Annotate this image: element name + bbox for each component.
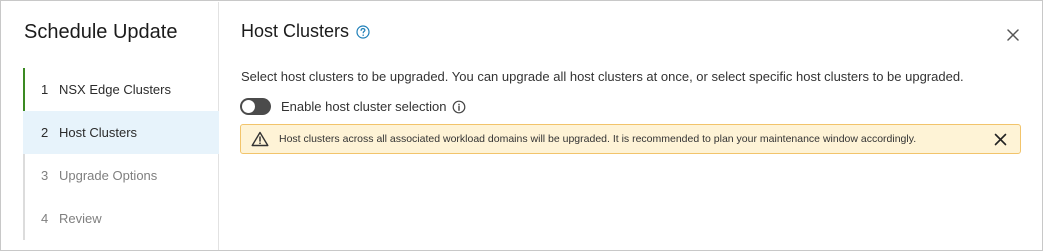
info-circle-icon[interactable] xyxy=(452,100,466,114)
schedule-update-wizard: Schedule Update 1 NSX Edge Clusters 2 Ho… xyxy=(0,0,1043,251)
host-cluster-selection-toggle-row: Enable host cluster selection xyxy=(240,98,466,115)
warning-triangle-icon xyxy=(251,131,269,147)
help-circle-icon[interactable] xyxy=(356,24,370,39)
step-number: 3 xyxy=(41,168,49,183)
step-number: 1 xyxy=(41,82,49,97)
step-label: Review xyxy=(59,211,102,226)
step-review[interactable]: 4 Review xyxy=(23,197,219,240)
step-nsx-edge-clusters[interactable]: 1 NSX Edge Clusters xyxy=(23,68,219,111)
alert-close-icon[interactable] xyxy=(994,133,1007,146)
page-title-text: Host Clusters xyxy=(241,21,350,41)
close-icon[interactable] xyxy=(1005,27,1021,43)
toggle-label: Enable host cluster selection xyxy=(281,99,447,114)
alert-text: Host clusters across all associated work… xyxy=(279,133,917,145)
step-label: NSX Edge Clusters xyxy=(59,82,171,97)
step-number: 4 xyxy=(41,211,49,226)
step-number: 2 xyxy=(41,125,49,140)
toggle-knob xyxy=(242,100,255,113)
step-upgrade-options[interactable]: 3 Upgrade Options xyxy=(23,154,219,197)
wizard-content: Host Clusters Select host clusters to be… xyxy=(220,2,1042,250)
step-label: Upgrade Options xyxy=(59,168,158,183)
step-label: Host Clusters xyxy=(59,125,138,140)
wizard-title: Schedule Update xyxy=(24,21,178,43)
description-text: Select host clusters to be upgraded. You… xyxy=(241,69,964,84)
wizard-steps: 1 NSX Edge Clusters 2 Host Clusters 3 Up… xyxy=(23,68,219,240)
page-title: Host Clusters xyxy=(241,21,370,42)
step-host-clusters[interactable]: 2 Host Clusters xyxy=(23,111,219,154)
host-cluster-selection-toggle[interactable] xyxy=(240,98,271,115)
warning-alert: Host clusters across all associated work… xyxy=(240,124,1021,154)
wizard-sidebar: Schedule Update 1 NSX Edge Clusters 2 Ho… xyxy=(2,2,219,250)
